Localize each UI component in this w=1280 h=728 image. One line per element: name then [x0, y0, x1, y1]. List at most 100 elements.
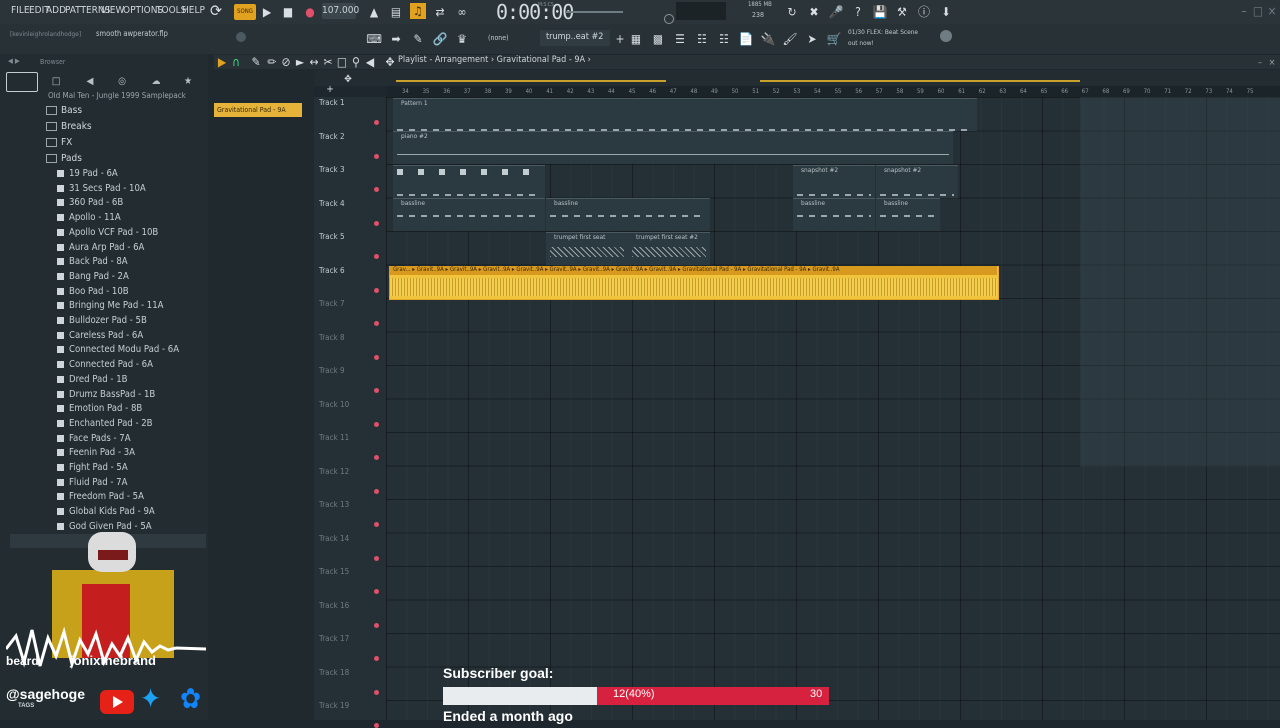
browser-item[interactable]: Dred Pad - 1B — [57, 374, 128, 385]
track-name[interactable]: Track 6 — [319, 266, 345, 275]
pattern-selector[interactable]: trump..eat #2 — [540, 30, 610, 46]
browser-item[interactable]: Global Kids Pad - 9A — [57, 506, 155, 517]
browser-item[interactable]: Connected Pad - 6A — [57, 359, 153, 370]
scroll-arrows-icon[interactable]: ✥ — [340, 72, 356, 88]
browser-item[interactable]: Aura Arp Pad - 6A — [57, 242, 144, 253]
browser-item[interactable]: Apollo VCF Pad - 10B — [57, 227, 158, 238]
track-mute-led[interactable] — [374, 455, 379, 460]
track-mute-led[interactable] — [374, 723, 379, 728]
track-name[interactable]: Track 5 — [319, 232, 345, 241]
channel-rack-icon[interactable]: ▦ — [628, 31, 644, 47]
browser-item[interactable]: Apollo - 11A — [57, 212, 121, 223]
playback-tool-icon[interactable]: ◀ — [362, 54, 378, 70]
browser-item[interactable]: Back Pad - 8A — [57, 256, 128, 267]
menu-view[interactable]: VIEW — [101, 5, 124, 16]
browser-item[interactable]: Feenin Pad - 3A — [57, 447, 135, 458]
track-mute-led[interactable] — [374, 622, 379, 628]
browser-item[interactable]: 19 Pad - 6A — [57, 168, 118, 179]
folder-fx[interactable]: FX — [46, 137, 72, 148]
folder-bass[interactable]: Bass — [46, 105, 82, 116]
playlist-overview[interactable] — [314, 70, 1280, 86]
clip-bass-4[interactable]: bassline — [876, 198, 940, 231]
clip-snapshot-2[interactable]: snapshot #2 — [876, 165, 958, 198]
folder-breaks[interactable]: Breaks — [46, 121, 92, 132]
track-name[interactable]: Track 19 — [319, 701, 349, 710]
clip-pattern-3[interactable] — [393, 165, 545, 198]
track-mute-led[interactable] — [374, 421, 379, 427]
browser-pack-folder[interactable]: Old Mal Ten - Jungle 1999 Samplepack — [48, 91, 204, 100]
brush-icon[interactable]: 🖌 — [782, 31, 798, 47]
browser-item[interactable]: Emotion Pad - 8B — [57, 403, 142, 414]
track-mute-led[interactable] — [374, 120, 379, 125]
piano-roll-icon[interactable]: ▩ — [650, 31, 666, 47]
track-name[interactable]: Track 14 — [319, 534, 349, 543]
metronome-icon[interactable]: ▲ — [366, 4, 382, 20]
track-name[interactable]: Track 4 — [319, 199, 345, 208]
track-mute-led[interactable] — [374, 589, 379, 594]
countdown-icon[interactable]: ♫ — [410, 3, 426, 19]
wait-input-icon[interactable]: ▤ — [388, 4, 404, 20]
track-name[interactable]: Track 7 — [319, 299, 345, 308]
browser-item[interactable]: Face Pads - 7A — [57, 433, 131, 444]
mixer-icon[interactable]: ✖ — [806, 4, 822, 20]
browser-item[interactable]: Enchanted Pad - 2B — [57, 418, 153, 429]
track-mute-led[interactable] — [374, 220, 379, 226]
playlist-icon[interactable]: ☰ — [672, 31, 688, 47]
menu-help[interactable]: HELP — [182, 5, 205, 16]
clip-trumpet-1[interactable]: trumpet first seat — [546, 232, 628, 265]
picker-clip[interactable]: Gravitational Pad - 9A — [214, 103, 302, 117]
snap-selector[interactable]: (none) — [488, 34, 509, 42]
clip-bass-1[interactable]: bassline — [393, 198, 545, 231]
track-name[interactable]: Track 16 — [319, 601, 349, 610]
microphone-icon[interactable]: 🎤 — [828, 4, 844, 20]
clip-piano[interactable]: piano #2 — [393, 131, 953, 164]
tempo-display[interactable]: 107.000 — [322, 3, 359, 19]
track-mute-led[interactable] — [374, 187, 379, 192]
browser-item[interactable]: Drumz BassPad - 1B — [57, 389, 155, 400]
stamp-icon[interactable]: ♛ — [454, 31, 470, 47]
playlist-icon-arrows[interactable]: ✥ — [382, 54, 398, 70]
browser-icon[interactable]: ☷ — [716, 31, 732, 47]
pattern-song-toggle-icon[interactable]: ⟳ — [208, 3, 224, 19]
playlist-close-icon[interactable]: × — [1264, 55, 1280, 71]
track-mute-led[interactable] — [374, 254, 379, 259]
add-track-icon[interactable]: + — [322, 82, 338, 98]
clip-snapshot-1[interactable]: snapshot #2 — [793, 165, 875, 198]
track-name[interactable]: Track 11 — [319, 433, 349, 442]
stop-icon[interactable]: ■ — [280, 4, 296, 20]
help-icon[interactable]: ? — [850, 4, 866, 20]
browser-item[interactable]: Fluid Pad - 7A — [57, 477, 127, 488]
record-icon[interactable]: ● — [302, 4, 318, 20]
track-name[interactable]: Track 15 — [319, 567, 349, 576]
add-pattern-icon[interactable]: + — [612, 31, 628, 47]
master-pitch-knob[interactable] — [664, 14, 674, 24]
close-icon[interactable]: × — [1264, 3, 1280, 19]
browser-nav-icon[interactable]: ◀ ▶ — [8, 57, 20, 65]
arrow-icon[interactable]: ➤ — [804, 31, 820, 47]
undo-icon[interactable]: ↻ — [784, 4, 800, 20]
track-mute-led[interactable] — [374, 287, 379, 293]
info-icon[interactable]: ⓘ — [916, 4, 932, 20]
clip-bass-3[interactable]: bassline — [793, 198, 875, 231]
track-name[interactable]: Track 1 — [319, 98, 345, 107]
browser-cloud-icon[interactable]: ☁ — [146, 74, 166, 90]
track-name[interactable]: Track 2 — [319, 132, 345, 141]
track-name[interactable]: Track 18 — [319, 668, 349, 677]
project-knob[interactable] — [236, 32, 246, 42]
cart-icon[interactable]: 🛒 — [826, 31, 842, 47]
keyboard-icon[interactable]: ⌨ — [366, 31, 382, 47]
master-volume-slider[interactable] — [565, 11, 623, 13]
browser-item[interactable]: Freedom Pad - 5A — [57, 491, 144, 502]
track-name[interactable]: Track 3 — [319, 165, 345, 174]
menu-file[interactable]: FILE — [11, 5, 30, 16]
draw-tool-icon[interactable]: ✎ — [248, 54, 264, 70]
track-mute-led[interactable] — [374, 656, 379, 661]
download-icon[interactable]: ⬇ — [938, 4, 954, 20]
link-icon[interactable]: 🔗 — [432, 31, 448, 47]
plugin-icon[interactable]: ⚒ — [894, 4, 910, 20]
track-name[interactable]: Track 17 — [319, 634, 349, 643]
clip-bass-2[interactable]: bassline — [546, 198, 710, 231]
mixer-sliders-icon[interactable]: ☷ — [694, 31, 710, 47]
browser-item[interactable]: Bang Pad - 2A — [57, 271, 129, 282]
play-icon[interactable]: ▶ — [259, 4, 275, 20]
